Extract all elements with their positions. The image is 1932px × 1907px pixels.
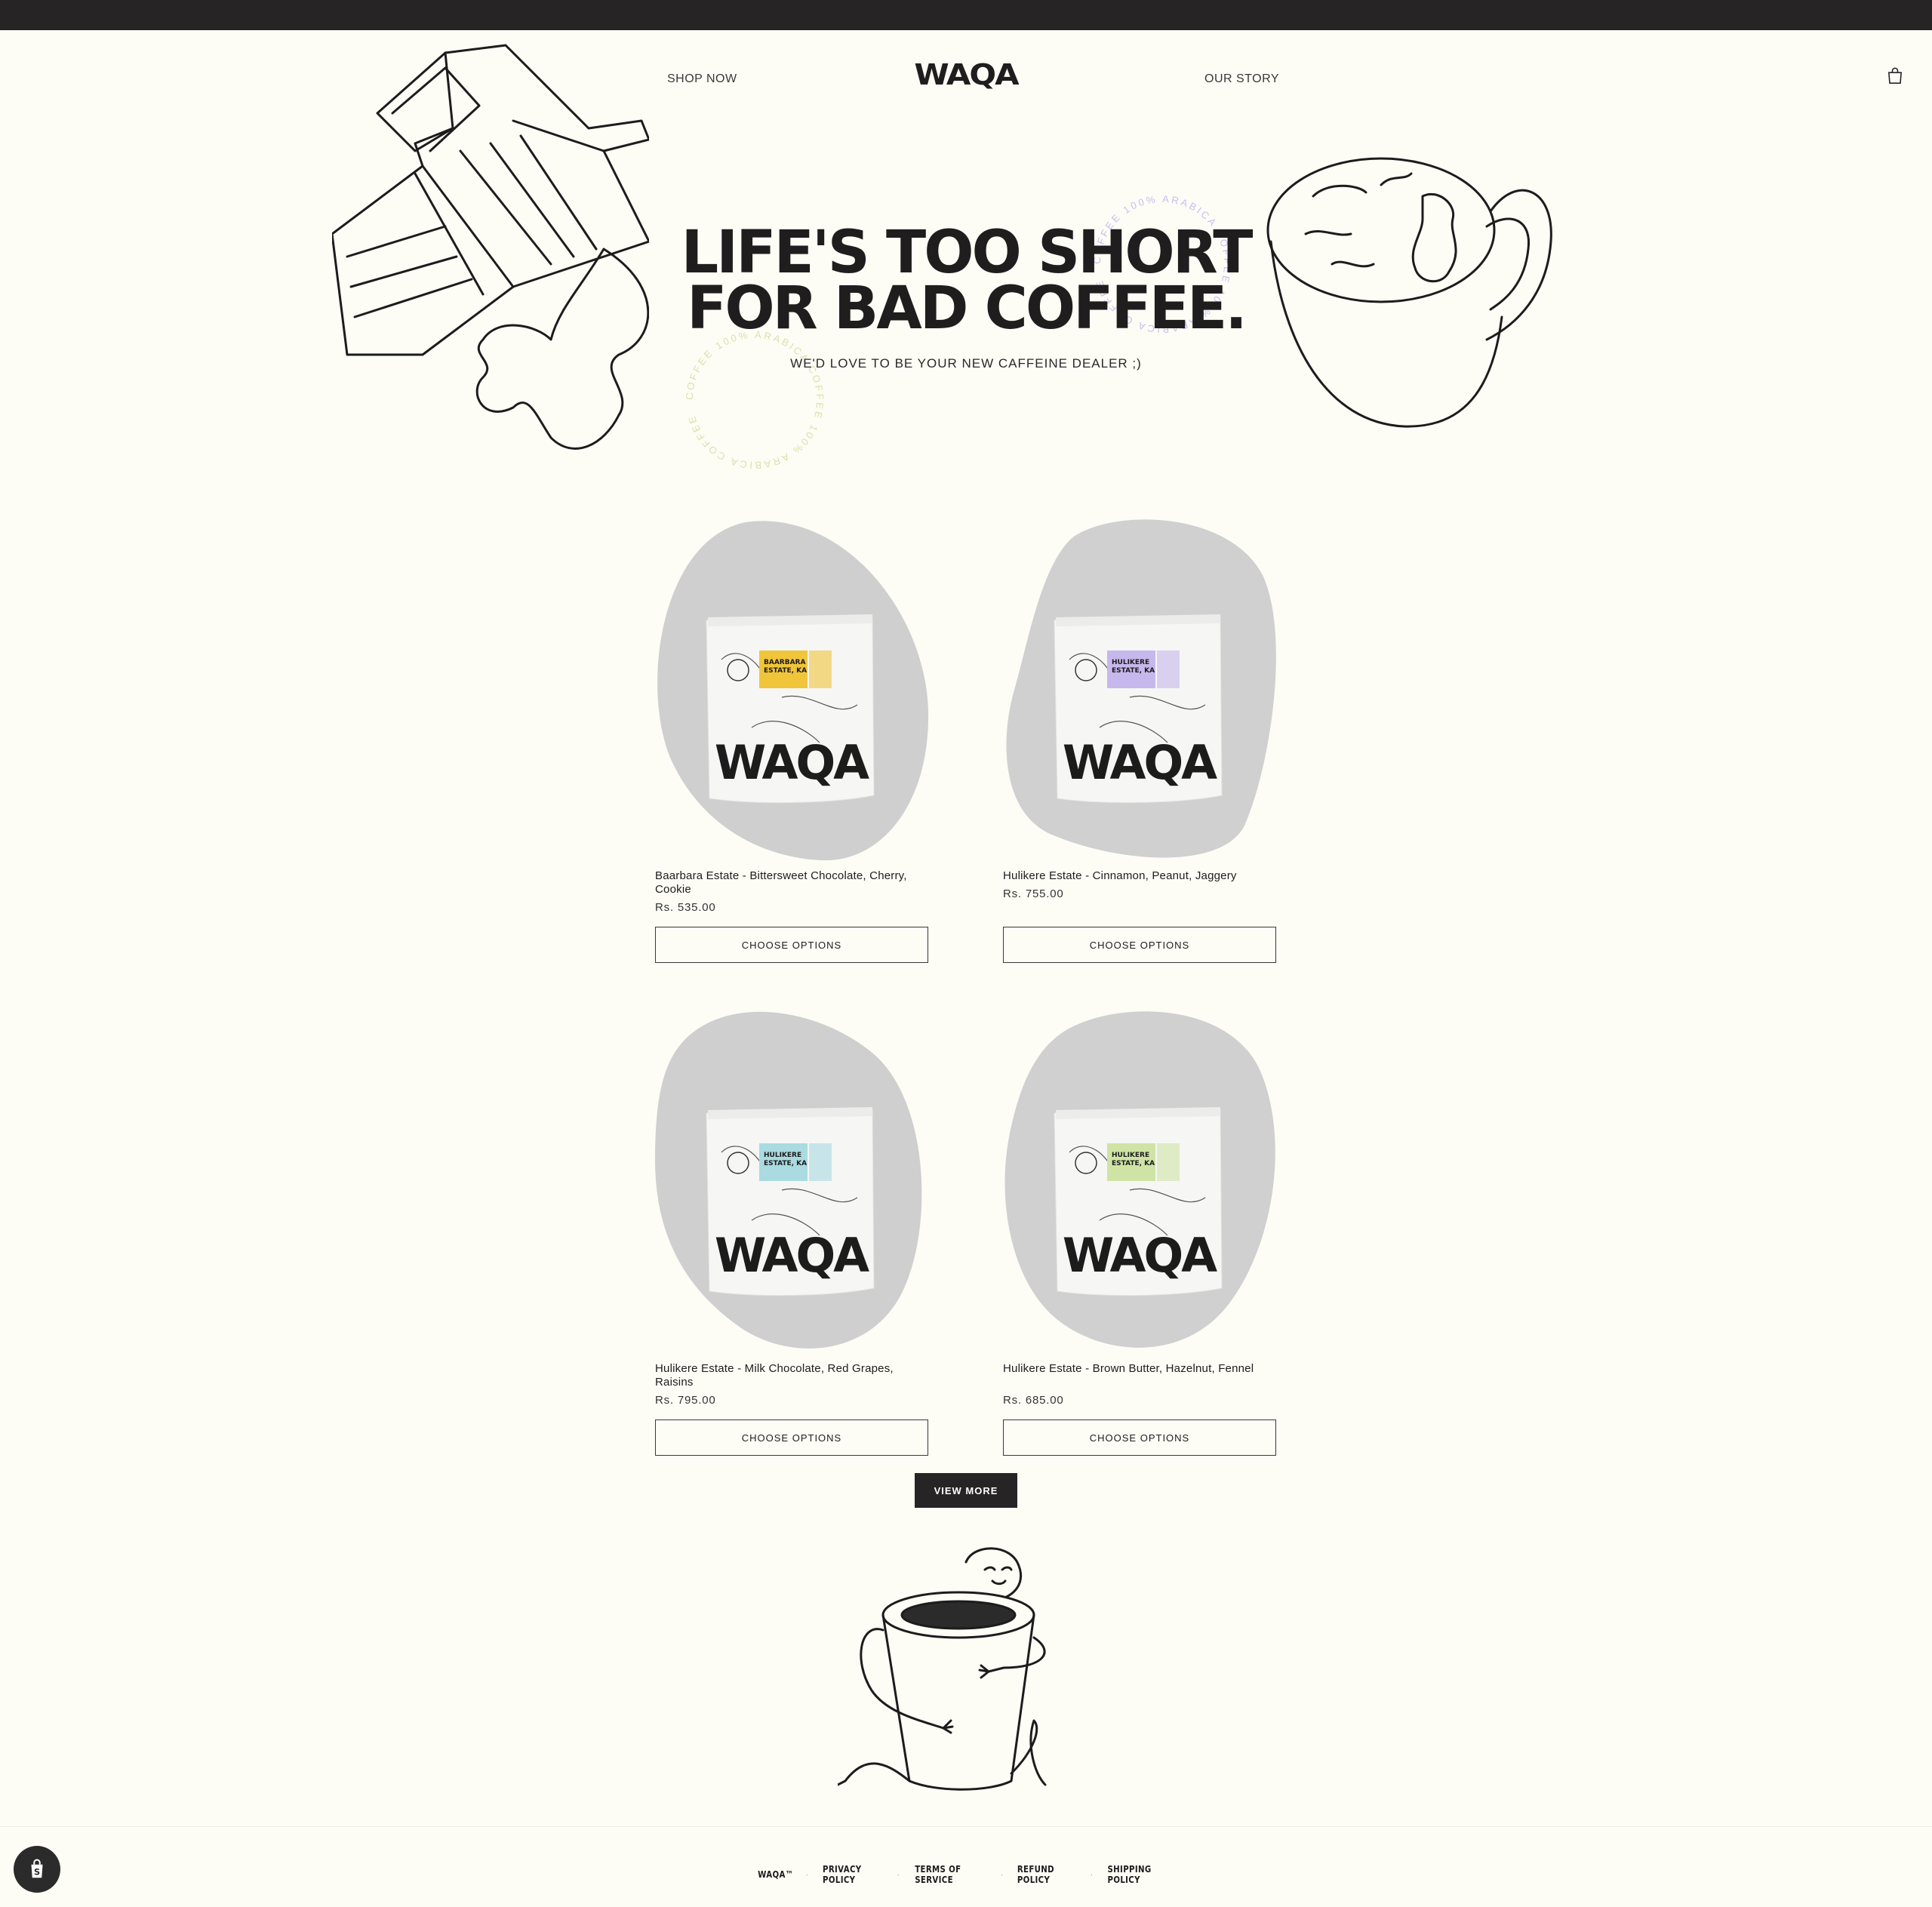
bag-label-line-1: HULIKERE <box>1112 1152 1149 1159</box>
choose-options-button[interactable]: CHOOSE OPTIONS <box>1003 927 1276 963</box>
hero-subtitle: WE'D LOVE TO BE YOUR NEW CAFFEINE DEALER… <box>790 356 1142 371</box>
bag-label-line-2: ESTATE, KA <box>1112 1160 1155 1167</box>
footer-link-shipping-policy[interactable]: SHIPPING POLICY <box>1108 1864 1172 1885</box>
bag-brand-text: WAQA <box>1063 1228 1217 1283</box>
bag-label-line-1: HULIKERE <box>764 1152 801 1159</box>
hero-title-line-2: FOR BAD COFFEE. <box>687 275 1247 343</box>
choose-options-button[interactable]: CHOOSE OPTIONS <box>655 927 928 963</box>
hero-title-line-1: LIFE'S TOO SHORT <box>681 219 1253 287</box>
footer-links: WAQA™ · PRIVACY POLICY · TERMS OF SERVIC… <box>755 1864 1177 1885</box>
brand-logo[interactable]: WAQA <box>913 57 1019 91</box>
footer-separator: · <box>805 1870 808 1879</box>
product-title[interactable]: Hulikere Estate - Brown Butter, Hazelnut… <box>1003 1362 1276 1376</box>
hero-title: LIFE'S TOO SHORT FOR BAD COFFEE. <box>679 219 1253 343</box>
svg-text:COFFEE 100% ARABICA COFFEE 100: COFFEE 100% ARABICA COFFEE 100% ARABICA … <box>684 329 826 471</box>
bag-label-line-2: ESTATE, KA <box>764 667 807 675</box>
hug-cup-illustration <box>838 1547 1047 1791</box>
bag-brand-text: WAQA <box>1063 735 1217 790</box>
view-more-button[interactable]: VIEW MORE <box>915 1473 1017 1508</box>
product-price: Rs. 685.00 <box>1003 1394 1064 1407</box>
svg-text:S: S <box>34 1868 40 1878</box>
bag-brand-text: WAQA <box>715 735 869 790</box>
footer-separator: · <box>897 1870 900 1879</box>
choose-options-button[interactable]: CHOOSE OPTIONS <box>1003 1419 1276 1456</box>
product-title[interactable]: Hulikere Estate - Milk Chocolate, Red Gr… <box>655 1362 928 1389</box>
cart-icon[interactable] <box>1884 66 1906 88</box>
bag-label-line-2: ESTATE, KA <box>764 1160 807 1167</box>
footer-link-waqa[interactable]: WAQA™ <box>758 1869 793 1880</box>
choose-options-button[interactable]: CHOOSE OPTIONS <box>655 1419 928 1456</box>
footer-link-refund-policy[interactable]: REFUND POLICY <box>1017 1864 1076 1885</box>
product-image[interactable]: BAARBARA ESTATE, KA WAQA <box>655 516 928 860</box>
footer-link-terms-of-service[interactable]: TERMS OF SERVICE <box>915 1864 985 1885</box>
product-title[interactable]: Hulikere Estate - Cinnamon, Peanut, Jagg… <box>1003 869 1276 883</box>
product-price: Rs. 535.00 <box>655 901 716 914</box>
nav-our-story[interactable]: OUR STORY <box>1204 72 1279 86</box>
bag-label-line-2: ESTATE, KA <box>1112 667 1155 675</box>
footer-link-privacy-policy[interactable]: PRIVACY POLICY <box>823 1864 883 1885</box>
product-image[interactable]: HULIKERE ESTATE, KA WAQA <box>1003 1009 1276 1353</box>
arabica-stamp-green: COFFEE 100% ARABICA COFFEE 100% ARABICA … <box>684 329 826 471</box>
bag-label-line-1: BAARBARA <box>764 659 805 666</box>
product-image[interactable]: HULIKERE ESTATE, KA WAQA <box>1003 516 1276 860</box>
product-title[interactable]: Baarbara Estate - Bittersweet Chocolate,… <box>655 869 928 897</box>
footer-divider <box>0 1826 1932 1827</box>
coffee-cup-illustration <box>1266 157 1552 428</box>
product-price: Rs. 795.00 <box>655 1394 716 1407</box>
product-image[interactable]: HULIKERE ESTATE, KA WAQA <box>655 1009 928 1353</box>
bag-label-line-1: HULIKERE <box>1112 659 1149 666</box>
footer-separator: · <box>1090 1870 1094 1879</box>
footer-separator: · <box>1000 1870 1004 1879</box>
moka-pot-illustration <box>332 44 649 450</box>
nav-shop-now[interactable]: SHOP NOW <box>667 72 737 86</box>
bag-brand-text: WAQA <box>715 1228 869 1283</box>
product-price: Rs. 755.00 <box>1003 887 1064 900</box>
shopify-bag-icon[interactable]: S <box>14 1846 60 1893</box>
announcement-bar <box>0 0 1932 30</box>
